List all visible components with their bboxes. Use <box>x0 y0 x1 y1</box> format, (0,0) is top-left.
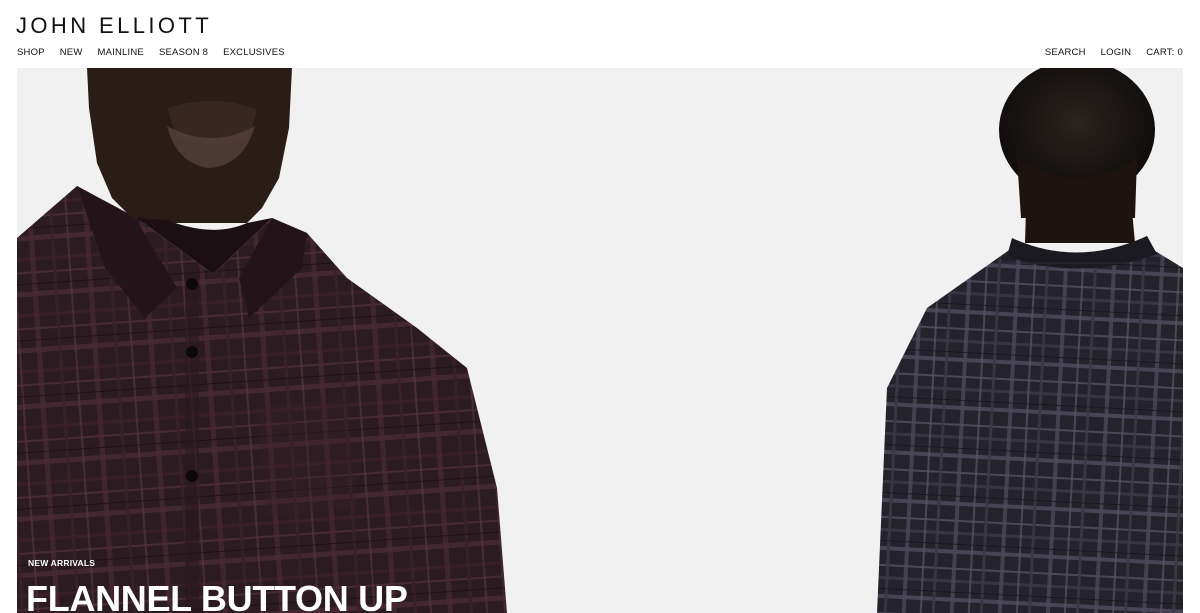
cart-label: CART: <box>1146 47 1175 58</box>
hero-banner[interactable]: NEW ARRIVALS FLANNEL BUTTON UP <box>17 68 1183 613</box>
search-link[interactable]: SEARCH <box>1045 47 1086 58</box>
login-link[interactable]: LOGIN <box>1101 47 1132 58</box>
page: JOHN ELLIOTT SHOP NEW MAINLINE SEASON 8 … <box>0 0 1200 613</box>
utility-nav: SEARCH LOGIN CART: 0 <box>1045 47 1183 58</box>
nav-item-exclusives[interactable]: EXCLUSIVES <box>223 47 285 58</box>
hero-title[interactable]: FLANNEL BUTTON UP <box>26 578 408 613</box>
nav-item-shop[interactable]: SHOP <box>17 47 45 58</box>
hero-image <box>17 68 1183 613</box>
primary-nav: SHOP NEW MAINLINE SEASON 8 EXCLUSIVES <box>17 47 285 58</box>
nav-item-mainline[interactable]: MAINLINE <box>98 47 144 58</box>
cart-count: 0 <box>1177 47 1183 58</box>
cart-link[interactable]: CART: 0 <box>1146 47 1183 58</box>
nav-item-season-8[interactable]: SEASON 8 <box>159 47 208 58</box>
nav-item-new[interactable]: NEW <box>60 47 83 58</box>
hero-eyebrow: NEW ARRIVALS <box>28 558 96 568</box>
brand-logo[interactable]: JOHN ELLIOTT <box>16 13 212 39</box>
